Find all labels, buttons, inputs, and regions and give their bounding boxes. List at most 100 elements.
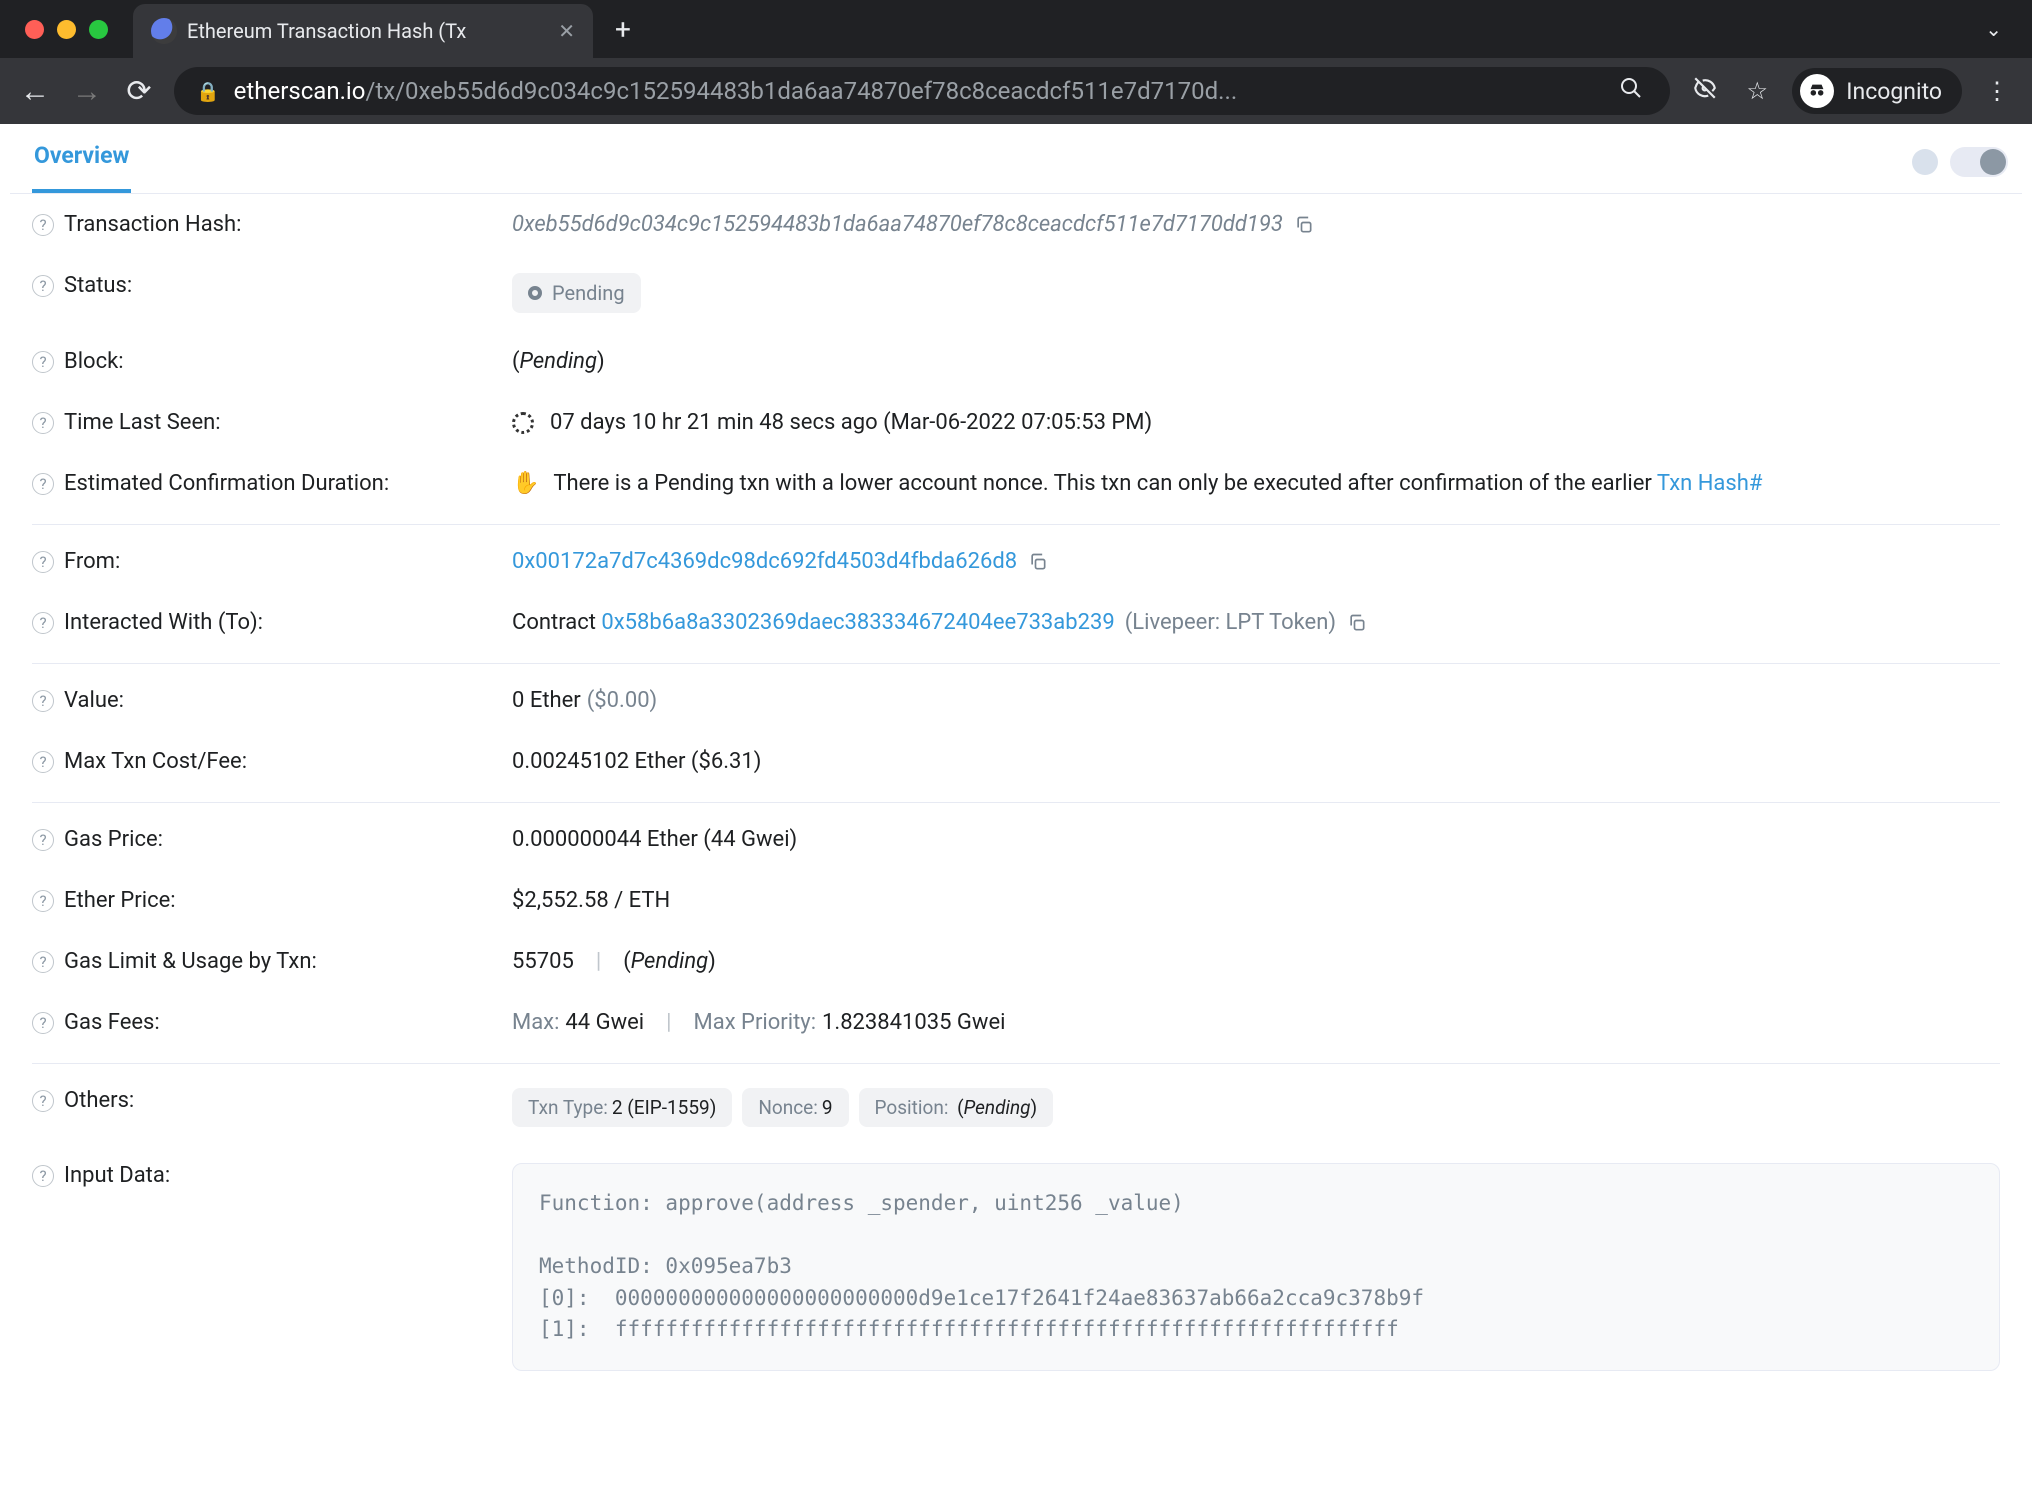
help-icon[interactable]: ?	[32, 751, 54, 773]
row-gas-limit: ? Gas Limit & Usage by Txn: 55705 | (Pen…	[32, 931, 2000, 992]
help-icon[interactable]: ?	[32, 890, 54, 912]
row-gas-fees: ? Gas Fees: Max: 44 Gwei | Max Priority:…	[32, 992, 2000, 1064]
to-address-link[interactable]: 0x58b6a8a3302369daec383334672404ee733ab2…	[601, 610, 1114, 635]
value-ether: 0 Ether	[512, 688, 581, 713]
page-content: Overview ? Transaction Hash: 0xeb55d6d9c…	[0, 124, 2032, 1508]
help-icon[interactable]: ?	[32, 412, 54, 434]
label-others: Others:	[64, 1088, 134, 1113]
txn-hash-link[interactable]: Txn Hash#	[1657, 471, 1763, 496]
favicon-icon	[151, 18, 177, 44]
help-icon[interactable]: ?	[32, 829, 54, 851]
row-input-data: ? Input Data: Function: approve(address …	[32, 1145, 2000, 1389]
help-icon[interactable]: ?	[32, 275, 54, 297]
address-bar[interactable]: 🔒 etherscan.io/tx/0xeb55d6d9c034c9c15259…	[174, 67, 1670, 115]
row-gas-price: ? Gas Price: 0.000000044 Ether (44 Gwei)	[32, 809, 2000, 870]
value-time-last-seen: 07 days 10 hr 21 min 48 secs ago (Mar-06…	[550, 410, 1152, 435]
input-data-code[interactable]: Function: approve(address _spender, uint…	[512, 1163, 2000, 1371]
browser-toolbar: ← → ⟳ 🔒 etherscan.io/tx/0xeb55d6d9c034c9…	[0, 58, 2032, 124]
help-icon[interactable]: ?	[32, 473, 54, 495]
separator: |	[654, 1010, 683, 1035]
copy-icon[interactable]	[1293, 214, 1315, 236]
help-icon[interactable]: ?	[32, 612, 54, 634]
row-status: ? Status: Pending	[32, 255, 2000, 331]
tab-title: Ethereum Transaction Hash (Tx	[187, 19, 548, 43]
minimize-window-icon[interactable]	[57, 20, 76, 39]
incognito-icon	[1800, 74, 1834, 108]
help-icon[interactable]: ?	[32, 690, 54, 712]
close-tab-icon[interactable]: ✕	[558, 19, 575, 43]
row-est-confirmation: ? Estimated Confirmation Duration: ✋ The…	[32, 453, 2000, 525]
label-block: Block:	[64, 349, 124, 374]
label-value: Value:	[64, 688, 124, 713]
row-ether-price: ? Ether Price: $2,552.58 / ETH	[32, 870, 2000, 931]
close-window-icon[interactable]	[25, 20, 44, 39]
eye-off-icon[interactable]	[1688, 75, 1722, 107]
help-icon[interactable]: ?	[32, 951, 54, 973]
gas-fees-max-label: Max:	[512, 1010, 559, 1035]
copy-icon[interactable]	[1346, 612, 1368, 634]
from-address-link[interactable]: 0x00172a7d7c4369dc98dc692fd4503d4fbda626…	[512, 549, 1017, 574]
help-icon[interactable]: ?	[32, 1012, 54, 1034]
tab-overview[interactable]: Overview	[32, 142, 131, 193]
row-others: ? Others: Txn Type: 2 (EIP-1559) Nonce: …	[32, 1070, 2000, 1145]
value-gas-usage: (Pending)	[623, 949, 716, 974]
to-contract-name: (Livepeer: LPT Token)	[1125, 610, 1336, 635]
spinner-icon	[512, 412, 534, 434]
label-status: Status:	[64, 273, 132, 298]
gas-fees-prio-label: Max Priority:	[694, 1010, 817, 1035]
label-time-last-seen: Time Last Seen:	[64, 410, 221, 435]
lock-icon: 🔒	[196, 80, 220, 103]
url-text: etherscan.io/tx/0xeb55d6d9c034c9c1525944…	[234, 77, 1601, 105]
value-gas-limit: 55705	[512, 949, 574, 974]
label-gas-fees: Gas Fees:	[64, 1010, 160, 1035]
separator: |	[584, 949, 613, 974]
chip-nonce: Nonce: 9	[742, 1088, 848, 1127]
gas-fees-max-value: 44 Gwei	[565, 1010, 644, 1035]
content-tabs: Overview	[10, 124, 2022, 194]
label-gas-limit: Gas Limit & Usage by Txn:	[64, 949, 317, 974]
value-gas-price: 0.000000044 Ether (44 Gwei)	[512, 827, 797, 852]
label-transaction-hash: Transaction Hash:	[64, 212, 241, 237]
help-icon[interactable]: ?	[32, 1090, 54, 1112]
help-icon[interactable]: ?	[32, 214, 54, 236]
browser-chrome: Ethereum Transaction Hash (Tx ✕ + ⌄ ← → …	[0, 0, 2032, 124]
help-icon[interactable]: ?	[32, 551, 54, 573]
pending-dot-icon	[528, 286, 542, 300]
row-value: ? Value: 0 Ether ($0.00)	[32, 670, 2000, 731]
kebab-menu-icon[interactable]: ⋮	[1980, 77, 2014, 105]
back-button[interactable]: ←	[18, 74, 52, 109]
copy-icon[interactable]	[1027, 551, 1049, 573]
help-icon[interactable]: ?	[32, 351, 54, 373]
value-fee: 0.00245102 Ether ($6.31)	[512, 749, 761, 774]
forward-button[interactable]: →	[70, 74, 104, 109]
chip-txn-type: Txn Type: 2 (EIP-1559)	[512, 1088, 732, 1127]
label-from: From:	[64, 549, 120, 574]
tab-strip: Ethereum Transaction Hash (Tx ✕ + ⌄	[0, 0, 2032, 58]
label-fee: Max Txn Cost/Fee:	[64, 749, 247, 774]
new-tab-button[interactable]: +	[615, 13, 631, 46]
label-est-confirmation: Estimated Confirmation Duration:	[64, 471, 389, 496]
status-badge: Pending	[512, 273, 641, 313]
browser-tab[interactable]: Ethereum Transaction Hash (Tx ✕	[133, 4, 593, 58]
bookmark-star-icon[interactable]: ☆	[1740, 77, 1774, 105]
row-time-last-seen: ? Time Last Seen: 07 days 10 hr 21 min 4…	[32, 392, 2000, 453]
value-est-confirmation: There is a Pending txn with a lower acco…	[553, 471, 1762, 496]
search-icon[interactable]	[1614, 76, 1648, 106]
label-to: Interacted With (To):	[64, 610, 263, 635]
row-block: ? Block: (Pending)	[32, 331, 2000, 392]
chevron-down-icon[interactable]: ⌄	[1985, 17, 2002, 41]
hand-icon: ✋	[512, 471, 539, 496]
view-toggle[interactable]	[1912, 147, 2008, 189]
row-transaction-hash: ? Transaction Hash: 0xeb55d6d9c034c9c152…	[32, 194, 2000, 255]
theme-dot-icon[interactable]	[1912, 149, 1938, 175]
chip-position: Position: (Pending)	[859, 1088, 1054, 1127]
reload-button[interactable]: ⟳	[122, 74, 156, 109]
theme-toggle[interactable]	[1950, 147, 2008, 177]
row-from: ? From: 0x00172a7d7c4369dc98dc692fd4503d…	[32, 531, 2000, 592]
maximize-window-icon[interactable]	[89, 20, 108, 39]
incognito-label: Incognito	[1846, 78, 1942, 105]
help-icon[interactable]: ?	[32, 1165, 54, 1187]
incognito-badge[interactable]: Incognito	[1792, 68, 1962, 114]
value-ether-price: $2,552.58 / ETH	[512, 888, 670, 913]
window-controls[interactable]	[25, 20, 108, 39]
